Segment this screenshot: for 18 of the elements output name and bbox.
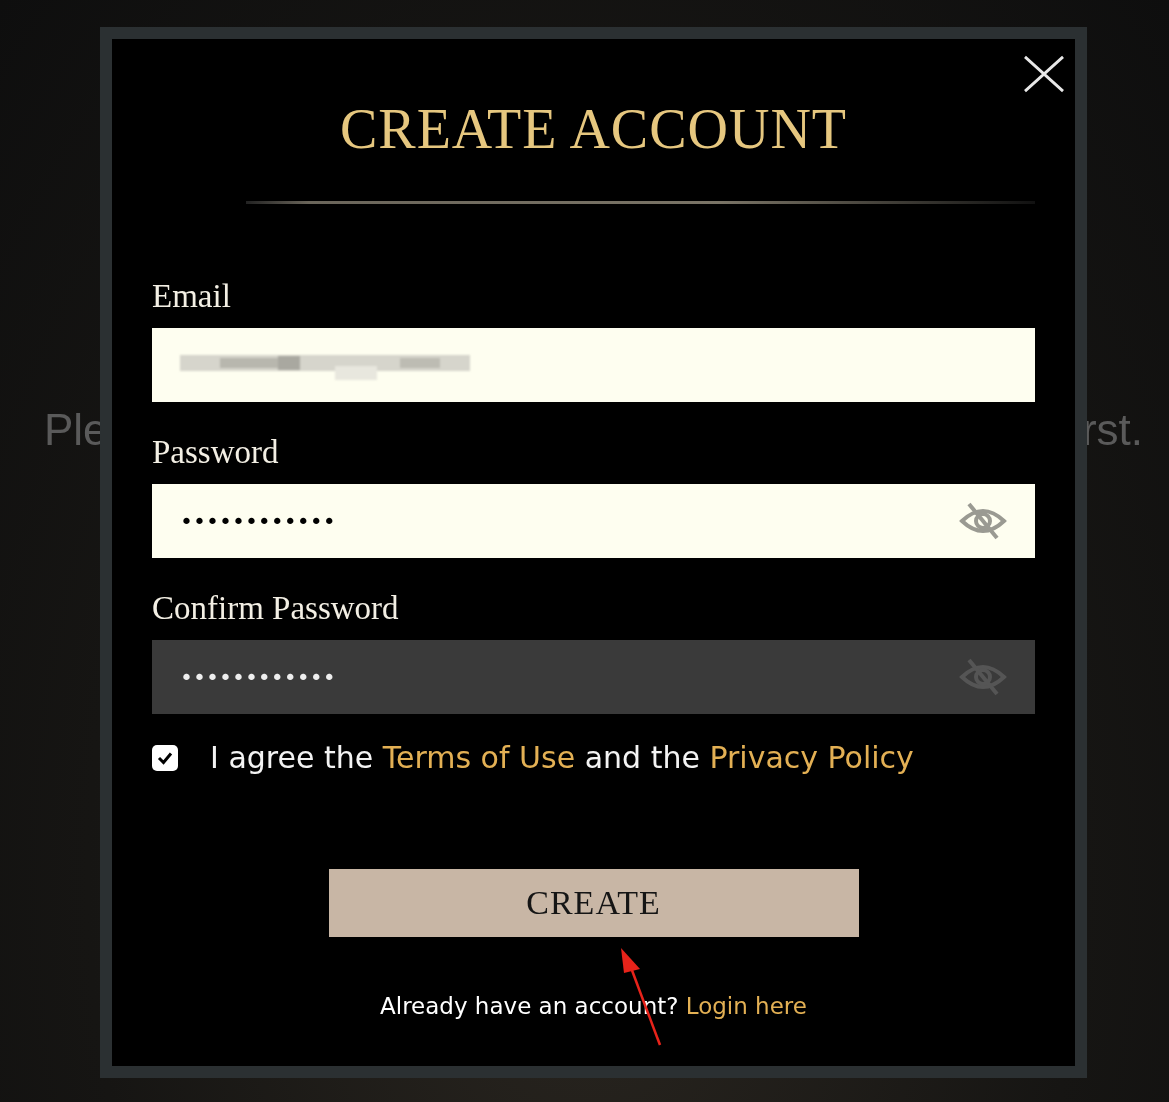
input-field[interactable]: •••••••••••• — [152, 484, 1035, 558]
login-link[interactable]: Login here — [685, 993, 807, 1019]
policy-link[interactable]: Privacy Policy — [709, 740, 914, 775]
eye-slash-icon[interactable] — [959, 501, 1007, 541]
create-button[interactable]: CREATE — [328, 869, 859, 937]
dialog-title: CREATE ACCOUNT — [338, 97, 849, 161]
field-label: Email — [152, 277, 232, 316]
close-icon[interactable] — [1023, 55, 1065, 93]
checkbox[interactable] — [152, 744, 178, 771]
eye-slash-icon[interactable] — [959, 657, 1007, 697]
agreement-text: I agree the Terms of Use and the Privacy Policy — [210, 740, 914, 775]
field-value: •••••••••••• — [180, 664, 337, 690]
field-value: •••••••••••• — [180, 508, 337, 534]
field-label: Password — [152, 433, 280, 472]
field-label: Confirm Password — [152, 589, 400, 628]
policy-link[interactable]: Terms of Use — [382, 740, 576, 775]
input-field[interactable]: •••••••••••• — [152, 640, 1035, 714]
input-field[interactable] — [152, 328, 1035, 402]
